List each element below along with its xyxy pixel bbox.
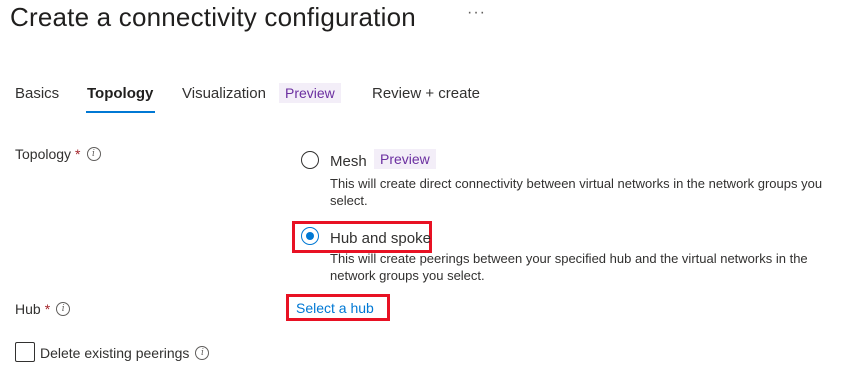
delete-peerings-field: Delete existing peerings i — [40, 345, 210, 361]
required-mark: * — [75, 146, 81, 162]
hub-label-text: Hub — [15, 301, 41, 317]
tab-visualization[interactable]: Visualization — [182, 85, 266, 102]
visualization-preview-badge: Preview — [279, 83, 341, 103]
required-mark: * — [44, 301, 51, 317]
delete-peerings-checkbox[interactable] — [15, 342, 35, 362]
topology-label-text: Topology — [15, 146, 72, 162]
select-hub-link[interactable]: Select a hub — [296, 300, 374, 316]
active-tab-indicator — [86, 111, 155, 113]
mesh-description: This will create direct connectivity bet… — [330, 176, 823, 208]
tab-topology[interactable]: Topology — [87, 85, 153, 102]
tab-bar: Basics Topology Visualization Preview Re… — [0, 80, 850, 116]
info-icon[interactable]: i — [56, 302, 71, 316]
hub-field-label: Hub * i — [15, 301, 71, 317]
more-icon[interactable]: ··· — [467, 4, 486, 22]
hub-and-spoke-option-label[interactable]: Hub and spoke — [330, 230, 431, 247]
mesh-preview-badge: Preview — [374, 149, 436, 169]
topology-field-label: Topology * i — [15, 146, 101, 162]
mesh-option-label[interactable]: Mesh — [330, 153, 367, 170]
page-title: Create a connectivity configuration — [10, 2, 416, 32]
mesh-radio[interactable] — [301, 151, 319, 169]
hub-and-spoke-radio[interactable] — [301, 227, 319, 245]
info-icon[interactable]: i — [195, 346, 210, 360]
delete-peerings-label[interactable]: Delete existing peerings — [40, 345, 189, 361]
hub-and-spoke-description: This will create peerings between your s… — [330, 251, 808, 283]
tab-review-create[interactable]: Review + create — [372, 85, 480, 102]
tab-basics[interactable]: Basics — [15, 85, 59, 102]
info-icon[interactable]: i — [86, 147, 101, 161]
